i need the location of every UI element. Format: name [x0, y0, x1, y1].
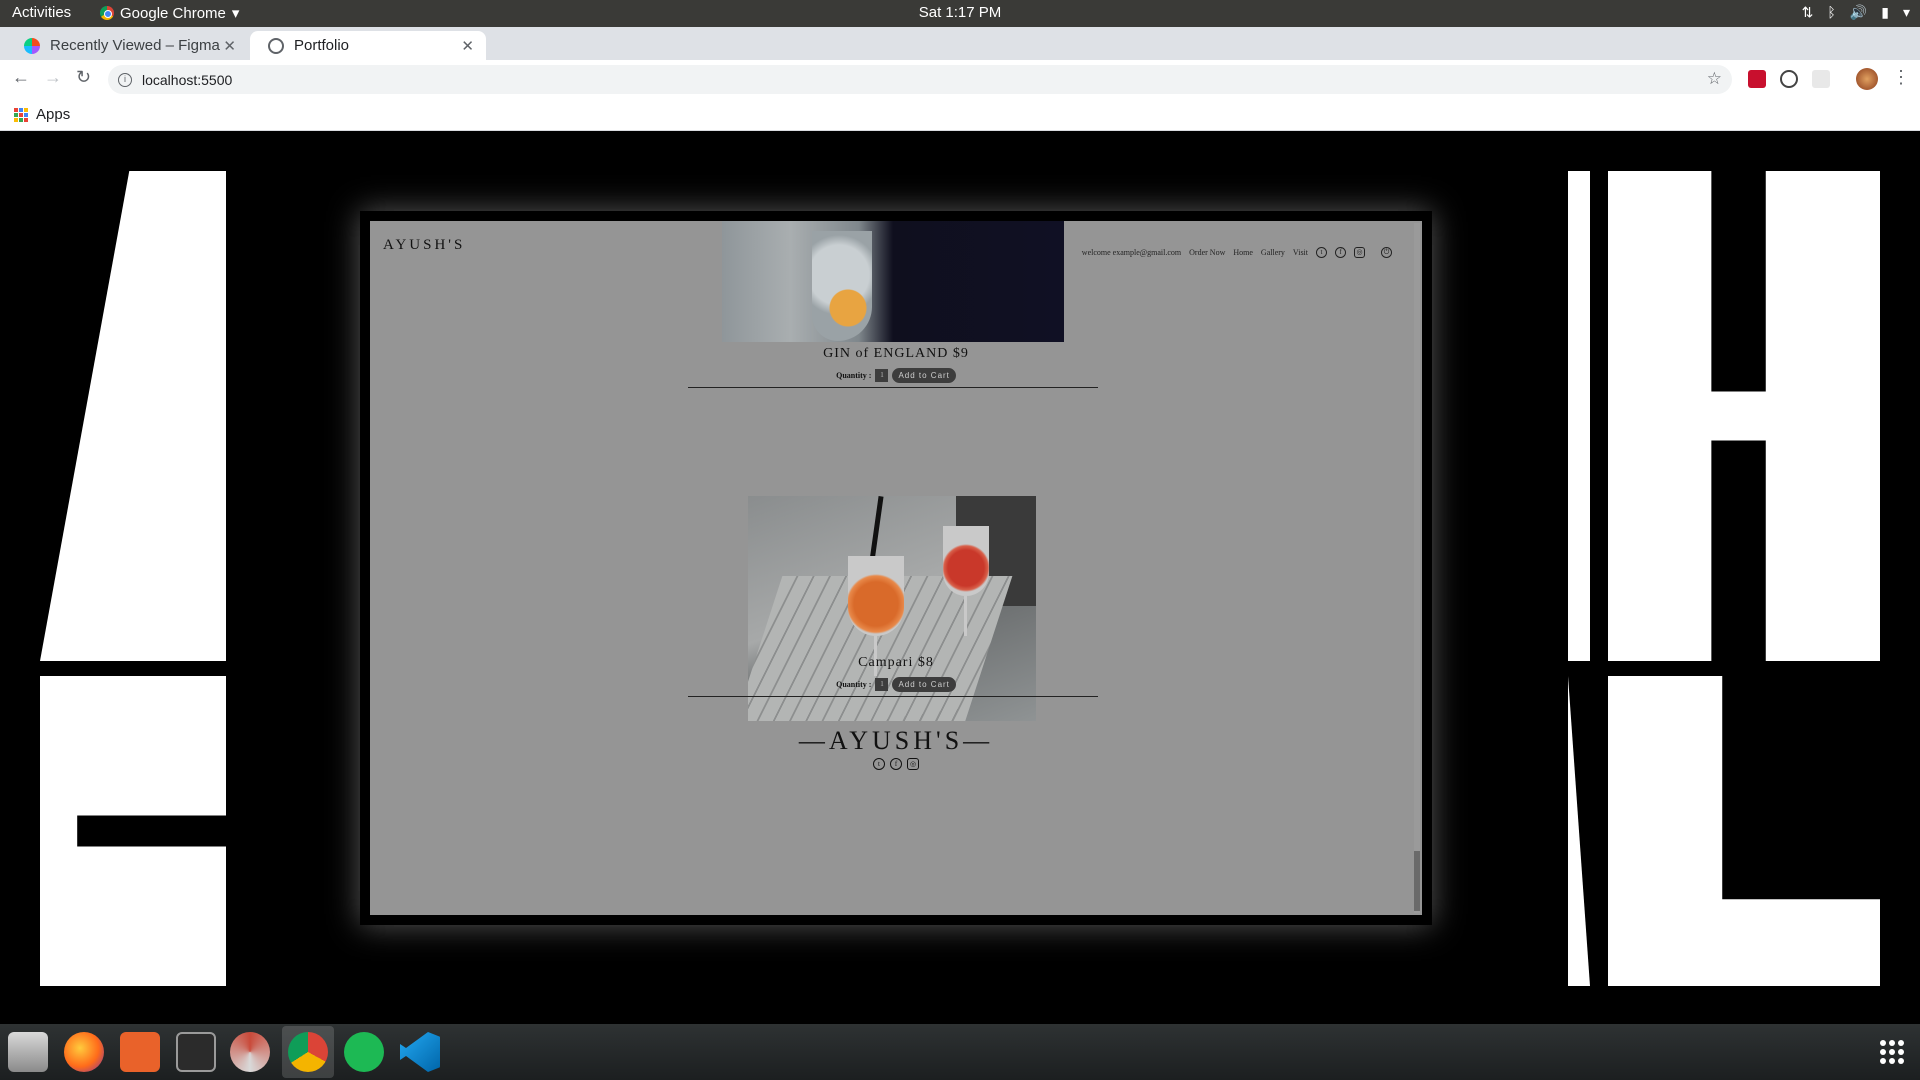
scrollbar-track[interactable] [1414, 223, 1420, 913]
power-icon[interactable]: ⏻ [1381, 247, 1392, 258]
back-icon[interactable]: ← [12, 67, 30, 88]
glass-graphic [812, 231, 872, 341]
divider [688, 387, 1098, 388]
navigation-bar: ← → ↻ i localhost:5500 ☆ ⋮ [0, 60, 1920, 98]
footer-logo: —AYUSH'S— [798, 726, 994, 755]
instagram-icon[interactable]: ◎ [1354, 247, 1365, 258]
close-icon[interactable]: ✕ [461, 37, 474, 55]
background-letter-e [40, 676, 226, 986]
extension-icon[interactable] [1748, 70, 1766, 88]
files-icon[interactable] [8, 1032, 48, 1072]
extension-icon[interactable] [1780, 70, 1798, 88]
nav-gallery[interactable]: Gallery [1261, 248, 1285, 257]
apps-label: Apps [36, 106, 71, 123]
apps-shortcut[interactable]: Apps [14, 106, 70, 123]
chevron-down-icon: ▾ [1902, 4, 1910, 20]
url-text[interactable]: localhost:5500 [142, 72, 232, 88]
site-nav: welcome example@gmail.com Order Now Home… [1082, 247, 1392, 258]
site-frame: AYUSH'S welcome example@gmail.com Order … [360, 211, 1432, 925]
nav-email[interactable]: welcome example@gmail.com [1082, 248, 1181, 257]
background-letter-fragment [1568, 676, 1590, 986]
figma-icon [24, 37, 40, 54]
glass-graphic [943, 526, 989, 596]
globe-icon [268, 37, 284, 54]
avatar[interactable] [1856, 68, 1878, 90]
add-to-cart-button[interactable]: Add to Cart [892, 368, 956, 383]
forward-icon[interactable]: → [44, 67, 62, 88]
background-letter-fragment [1568, 171, 1590, 661]
background-letter-a [40, 171, 226, 661]
settings-icon[interactable] [230, 1032, 270, 1072]
extension-icon[interactable] [1812, 70, 1830, 88]
vscode-icon[interactable] [400, 1032, 440, 1072]
close-icon[interactable]: ✕ [223, 37, 236, 55]
product-title: Campari $8 [858, 655, 934, 670]
info-icon[interactable]: i [118, 72, 132, 87]
battery-icon: ▮ [1881, 4, 1889, 20]
volume-icon: 🔊 [1849, 4, 1868, 20]
twitter-icon[interactable]: t [873, 758, 885, 770]
bluetooth-icon: ᛒ [1827, 4, 1836, 20]
product-controls: Quantity : 1 Add to Cart [370, 368, 1422, 383]
menu-icon[interactable]: ⋮ [1892, 67, 1910, 88]
show-applications-icon[interactable] [1880, 1040, 1904, 1064]
address-bar[interactable]: i localhost:5500 ☆ [108, 65, 1732, 94]
network-icon: ⇅ [1801, 4, 1814, 20]
system-top-bar: Activities Google Chrome ▾ Sat 1:17 PM ⇅… [0, 0, 1920, 27]
system-tray[interactable]: ⇅ ᛒ 🔊 ▮ ▾ [1802, 4, 1910, 21]
add-to-cart-button[interactable]: Add to Cart [892, 677, 956, 692]
spotify-icon[interactable] [344, 1032, 384, 1072]
bookmarks-bar: Apps [0, 98, 1920, 131]
apps-grid-icon [14, 107, 28, 122]
chrome-icon[interactable] [288, 1032, 328, 1072]
reload-icon[interactable]: ↻ [76, 67, 91, 88]
facebook-icon[interactable]: f [1335, 247, 1346, 258]
dock [0, 1024, 1920, 1080]
quantity-label: Quantity : [836, 371, 872, 380]
portfolio-site: AYUSH'S welcome example@gmail.com Order … [370, 221, 1422, 915]
software-center-icon[interactable] [120, 1032, 160, 1072]
tab-portfolio[interactable]: Portfolio ✕ [250, 31, 486, 60]
tab-label: Recently Viewed – Figma [50, 37, 220, 54]
nav-home[interactable]: Home [1233, 248, 1253, 257]
glass-graphic [848, 556, 904, 636]
nav-order-now[interactable]: Order Now [1189, 248, 1225, 257]
nav-visit[interactable]: Visit [1293, 248, 1308, 257]
site-logo[interactable]: AYUSH'S [383, 237, 465, 254]
facebook-icon[interactable]: f [890, 758, 902, 770]
stem-graphic [964, 596, 967, 636]
bookmark-star-icon[interactable]: ☆ [1707, 69, 1722, 89]
firefox-icon[interactable] [64, 1032, 104, 1072]
quantity-input[interactable]: 1 [875, 678, 889, 691]
background-letter-l [1608, 676, 1880, 986]
quantity-input[interactable]: 1 [875, 369, 889, 382]
tab-bar: Recently Viewed – Figma ✕ Portfolio ✕ + … [0, 27, 1920, 82]
product-controls: Quantity : 1 Add to Cart [370, 677, 1422, 692]
tab-label: Portfolio [294, 37, 350, 54]
scrollbar-thumb[interactable] [1414, 851, 1420, 911]
clock[interactable]: Sat 1:17 PM [0, 4, 1920, 21]
tab-figma[interactable]: Recently Viewed – Figma ✕ [6, 31, 248, 60]
footer-social: t f ◎ [370, 758, 1422, 770]
divider [688, 696, 1098, 697]
quantity-label: Quantity : [836, 680, 872, 689]
instagram-icon[interactable]: ◎ [907, 758, 919, 770]
product-title: GIN of ENGLAND $9 [823, 346, 969, 361]
product-image-gin [722, 221, 1064, 342]
twitter-icon[interactable]: t [1316, 247, 1327, 258]
page-viewport: AYUSH'S welcome example@gmail.com Order … [0, 131, 1920, 1024]
background-letter-h [1608, 171, 1880, 661]
terminal-icon[interactable] [176, 1032, 216, 1072]
